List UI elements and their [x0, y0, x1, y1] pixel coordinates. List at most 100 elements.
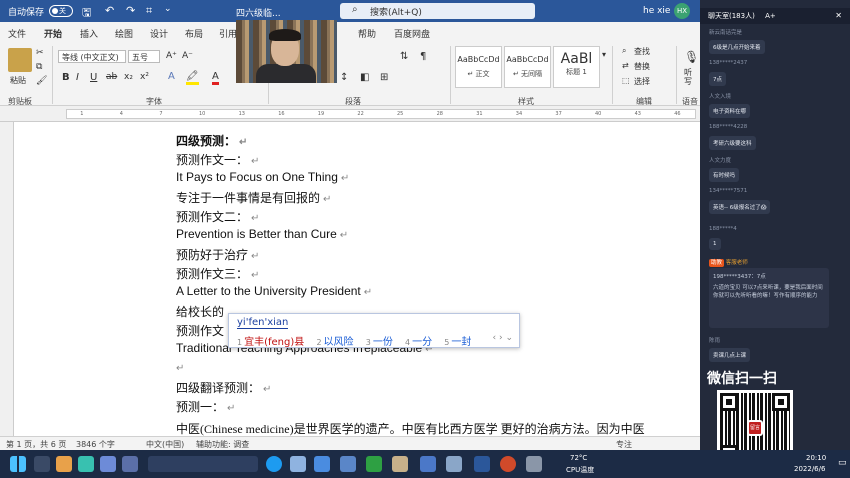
- excel-icon[interactable]: [366, 456, 382, 472]
- cut-icon[interactable]: ✂: [36, 48, 44, 58]
- tab-insert[interactable]: 插入: [80, 27, 98, 40]
- ime-candidate[interactable]: 宜丰(feng)县: [244, 337, 304, 348]
- subscript-icon[interactable]: x₂: [124, 72, 133, 82]
- copy-icon[interactable]: ⧉: [36, 62, 42, 72]
- doc-line[interactable]: 四级预测： ↵: [176, 132, 247, 149]
- page-count[interactable]: 第 1 页，共 6 页: [6, 439, 66, 450]
- doc-line[interactable]: 专注于一件事情是有回报的 ↵: [176, 189, 331, 206]
- app-icon[interactable]: [290, 456, 306, 472]
- doc-line[interactable]: 预测作文一： ↵: [176, 151, 259, 168]
- doc-line[interactable]: 中医(Chinese medicine)是世界医学的遗产。中医有比西方医学 更好…: [176, 420, 645, 437]
- style-normal[interactable]: AaBbCcDd ↵ 正文: [455, 46, 502, 88]
- font-size-select[interactable]: 五号: [128, 50, 160, 63]
- app-icon[interactable]: [100, 456, 116, 472]
- font-color-icon[interactable]: A: [212, 71, 219, 85]
- customize-icon[interactable]: ⌄: [164, 4, 172, 14]
- app-icon[interactable]: [122, 456, 138, 472]
- italic-icon[interactable]: I: [76, 72, 79, 83]
- ime-candidate[interactable]: 一分: [412, 337, 432, 348]
- doc-line[interactable]: It Pays to Focus on One Thing ↵: [176, 170, 349, 184]
- doc-line[interactable]: ↵: [176, 360, 184, 374]
- ime-candidate[interactable]: 一份: [373, 337, 393, 348]
- format-painter-icon[interactable]: 🖌: [36, 76, 47, 86]
- app-icon[interactable]: [392, 456, 408, 472]
- language[interactable]: 中文(中国): [146, 439, 184, 450]
- doc-line[interactable]: 预测作文: [176, 322, 224, 339]
- tab-design[interactable]: 设计: [150, 27, 168, 40]
- notification-icon[interactable]: ▭: [838, 458, 847, 468]
- font-name-select[interactable]: 等线 (中文正文): [58, 50, 126, 63]
- ime-candidate[interactable]: 一封: [451, 337, 471, 348]
- show-marks-icon[interactable]: ¶: [420, 51, 426, 62]
- focus-mode[interactable]: 专注: [616, 439, 632, 450]
- doc-line[interactable]: 预防好于治疗 ↵: [176, 246, 259, 263]
- search-box[interactable]: ⌕ 搜索(Alt+Q): [340, 3, 535, 19]
- vertical-ruler[interactable]: [0, 122, 14, 436]
- app-icon[interactable]: [78, 456, 94, 472]
- doc-line[interactable]: A Letter to the University President ↵: [176, 284, 372, 298]
- app-icon[interactable]: [314, 456, 330, 472]
- redo-icon[interactable]: ↷: [126, 4, 135, 17]
- mail-icon[interactable]: [340, 456, 356, 472]
- doc-line[interactable]: 四级翻译预测： ↵: [176, 379, 271, 396]
- close-icon[interactable]: ✕: [835, 11, 842, 20]
- style-heading-1[interactable]: AaBl 标题 1: [553, 46, 600, 88]
- find-icon[interactable]: ⌕: [622, 46, 626, 56]
- doc-line[interactable]: 预测作文三： ↵: [176, 265, 259, 282]
- edge-icon[interactable]: [266, 456, 282, 472]
- format-icon[interactable]: ⌗: [146, 4, 152, 18]
- app-icon[interactable]: [446, 456, 462, 472]
- sort-icon[interactable]: ⇅: [400, 51, 408, 62]
- shrink-font-icon[interactable]: A⁻: [182, 51, 193, 61]
- avatar[interactable]: HX: [674, 3, 690, 19]
- paste-icon[interactable]: [8, 48, 32, 72]
- clock-date[interactable]: 2022/6/6: [794, 465, 825, 473]
- tab-references[interactable]: 引用: [219, 27, 237, 40]
- style-no-spacing[interactable]: AaBbCcDd ↵ 无间隔: [504, 46, 551, 88]
- powerpoint-icon[interactable]: [500, 456, 516, 472]
- underline-icon[interactable]: U: [90, 72, 97, 83]
- doc-line[interactable]: 给校长的: [176, 303, 224, 320]
- font-size-button[interactable]: A+: [765, 12, 776, 20]
- settings-icon[interactable]: [526, 456, 542, 472]
- find-button[interactable]: 查找: [634, 46, 650, 57]
- bold-icon[interactable]: B: [62, 72, 70, 83]
- save-icon[interactable]: 🖫: [82, 4, 91, 23]
- clock-time[interactable]: 20:10: [806, 454, 826, 462]
- styles-more-icon[interactable]: ▾: [602, 50, 606, 59]
- tab-draw[interactable]: 绘图: [115, 27, 133, 40]
- text-effects-icon[interactable]: A: [168, 71, 175, 82]
- accessibility[interactable]: 辅助功能: 调查: [196, 439, 249, 450]
- word-count[interactable]: 3846 个字: [76, 439, 115, 450]
- app-icon[interactable]: [34, 456, 50, 472]
- borders-icon[interactable]: ⊞: [380, 72, 388, 83]
- microphone-icon[interactable]: 🎙: [684, 50, 699, 64]
- superscript-icon[interactable]: x²: [140, 72, 149, 82]
- undo-icon[interactable]: ↶: [105, 4, 114, 17]
- select-icon[interactable]: ⬚: [622, 76, 630, 85]
- replace-button[interactable]: 替换: [634, 61, 650, 72]
- autosave-toggle[interactable]: 关: [49, 5, 73, 17]
- app-icon[interactable]: [56, 456, 72, 472]
- tab-baidu-netdisk[interactable]: 百度网盘: [394, 27, 430, 40]
- horizontal-ruler[interactable]: 1 4 7 10 13 16 19 22 25 28 31 34 37 40 43 46: [0, 106, 700, 122]
- tab-help[interactable]: 帮助: [358, 27, 376, 40]
- windows-start-icon[interactable]: [10, 456, 26, 472]
- ime-candidate[interactable]: 以风险: [324, 337, 354, 348]
- shading-icon[interactable]: ◧: [360, 72, 369, 83]
- tab-file[interactable]: 文件: [8, 27, 26, 40]
- doc-line[interactable]: 预测作文二： ↵: [176, 208, 259, 225]
- doc-line[interactable]: Prevention is Better than Cure ↵: [176, 227, 348, 241]
- dictate-button[interactable]: 听写: [684, 68, 694, 86]
- grow-font-icon[interactable]: A⁺: [166, 51, 177, 61]
- document-canvas[interactable]: 四级预测： ↵ 预测作文一： ↵ It Pays to Focus on One T…: [14, 122, 700, 436]
- taskbar-window[interactable]: [148, 456, 258, 472]
- replace-icon[interactable]: ⇄: [622, 61, 629, 70]
- ime-page-nav[interactable]: ‹ › ⌄: [493, 333, 513, 343]
- strikethrough-icon[interactable]: ab: [106, 72, 117, 82]
- select-button[interactable]: 选择: [634, 76, 650, 87]
- tab-layout[interactable]: 布局: [185, 27, 203, 40]
- word-icon[interactable]: [474, 456, 490, 472]
- line-spacing-icon[interactable]: ↕: [340, 72, 348, 83]
- highlight-icon[interactable]: 🖍: [186, 71, 199, 85]
